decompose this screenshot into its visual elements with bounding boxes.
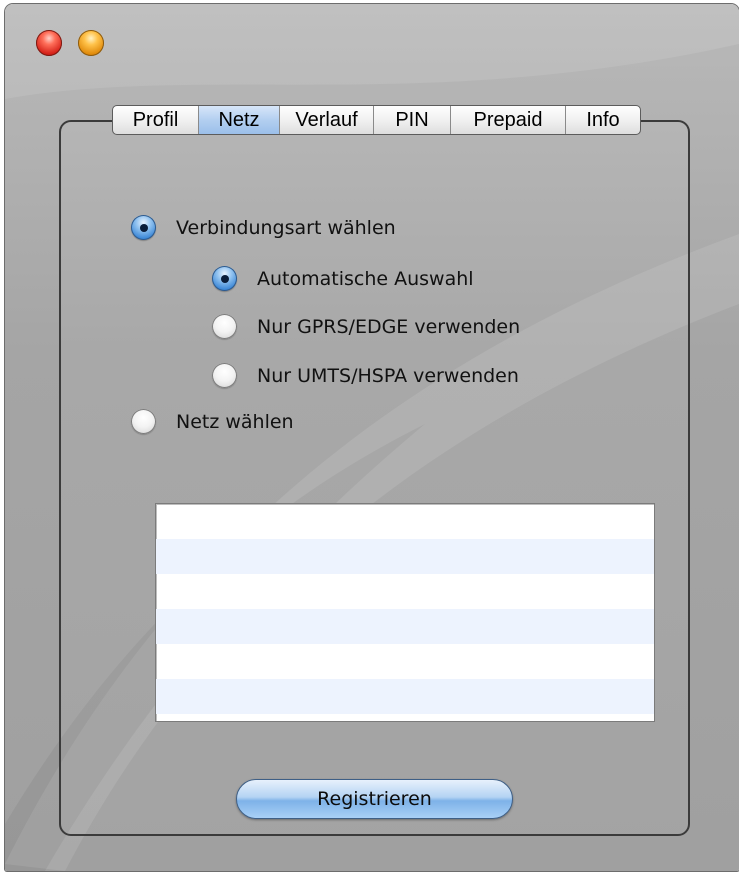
- connection-type-label: Verbindungsart wählen: [176, 216, 396, 239]
- radio-selected-icon[interactable]: [212, 266, 237, 291]
- gprs-edge-option[interactable]: Nur GPRS/EDGE verwenden: [212, 314, 520, 339]
- list-item[interactable]: [156, 609, 654, 644]
- umts-hspa-label: Nur UMTS/HSPA verwenden: [257, 364, 519, 387]
- tab-pin[interactable]: PIN: [374, 106, 451, 134]
- tab-label: Netz: [218, 108, 260, 131]
- tab-netz[interactable]: Netz: [199, 106, 280, 134]
- connection-type-option[interactable]: Verbindungsart wählen: [131, 215, 396, 240]
- list-item[interactable]: [156, 574, 654, 609]
- radio-unselected-icon[interactable]: [212, 314, 237, 339]
- tab-bar: Profil Netz Verlauf PIN Prepaid Info: [112, 105, 641, 135]
- tab-label: Verlauf: [295, 108, 358, 131]
- list-item[interactable]: [156, 679, 654, 714]
- tab-info[interactable]: Info: [566, 106, 640, 134]
- network-list[interactable]: [155, 503, 655, 722]
- list-item[interactable]: [156, 504, 654, 539]
- tab-profil[interactable]: Profil: [113, 106, 199, 134]
- minimize-window-button[interactable]: [78, 30, 104, 56]
- gprs-edge-label: Nur GPRS/EDGE verwenden: [257, 315, 521, 338]
- choose-network-option[interactable]: Netz wählen: [131, 409, 294, 434]
- radio-unselected-icon[interactable]: [131, 409, 156, 434]
- tab-label: PIN: [395, 108, 429, 131]
- umts-hspa-option[interactable]: Nur UMTS/HSPA verwenden: [212, 363, 519, 388]
- tab-prepaid[interactable]: Prepaid: [451, 106, 566, 134]
- tab-verlauf[interactable]: Verlauf: [280, 106, 374, 134]
- register-button-label: Registrieren: [317, 788, 432, 810]
- register-button[interactable]: Registrieren: [236, 779, 513, 819]
- radio-selected-icon[interactable]: [131, 215, 156, 240]
- automatic-label: Automatische Auswahl: [257, 267, 474, 290]
- list-item[interactable]: [156, 644, 654, 679]
- close-window-button[interactable]: [36, 30, 62, 56]
- automatic-option[interactable]: Automatische Auswahl: [212, 266, 474, 291]
- choose-network-label: Netz wählen: [176, 410, 294, 433]
- tab-label: Info: [586, 108, 620, 131]
- tab-label: Prepaid: [473, 108, 543, 131]
- list-item[interactable]: [156, 539, 654, 574]
- radio-unselected-icon[interactable]: [212, 363, 237, 388]
- tab-label: Profil: [132, 108, 179, 131]
